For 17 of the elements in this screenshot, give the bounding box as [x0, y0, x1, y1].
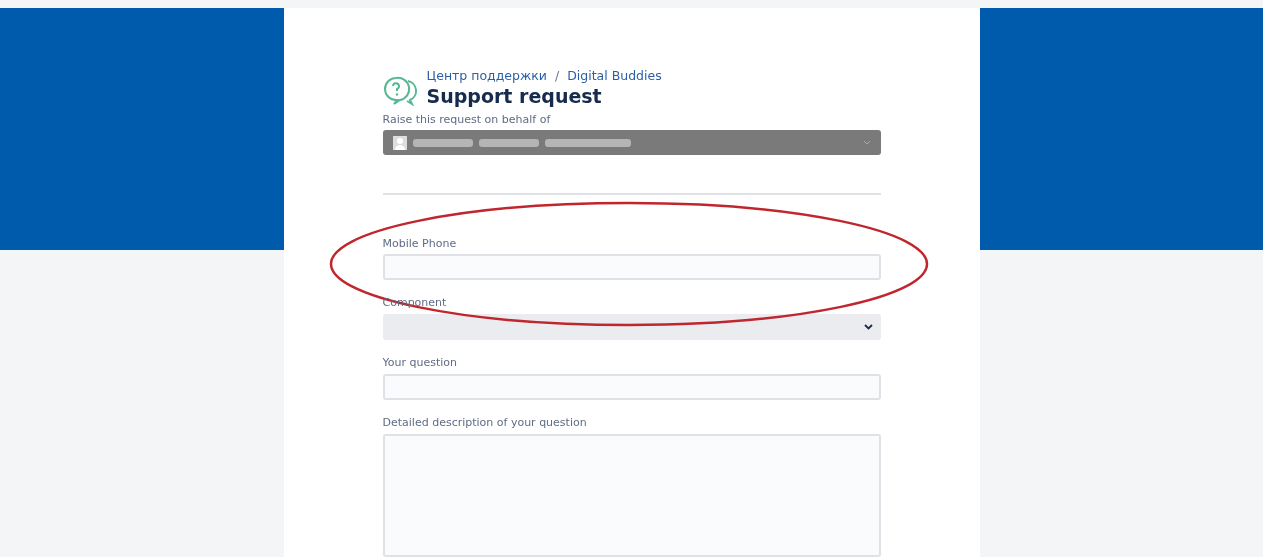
field-label: Raise this request on behalf of: [382, 113, 551, 126]
chevron-down-icon: [862, 140, 871, 146]
breadcrumb-separator: /: [554, 68, 560, 83]
field-label: Detailed description of your question: [382, 415, 587, 429]
chevron-down-icon: [863, 324, 873, 331]
page-title: Support request: [426, 85, 603, 107]
textarea-field[interactable]: [382, 433, 881, 557]
input-field[interactable]: [382, 254, 881, 281]
help-chat-icon: [382, 76, 419, 106]
user-select[interactable]: [382, 130, 881, 156]
input-field[interactable]: [382, 373, 881, 400]
select-field[interactable]: [382, 314, 881, 340]
breadcrumb-link[interactable]: Центр поддержки: [426, 68, 547, 83]
avatar-icon: [392, 135, 407, 150]
field-label: Mobile Phone: [382, 237, 457, 251]
breadcrumb-link[interactable]: Digital Buddies: [567, 68, 662, 83]
field-label: Your question: [382, 355, 457, 369]
